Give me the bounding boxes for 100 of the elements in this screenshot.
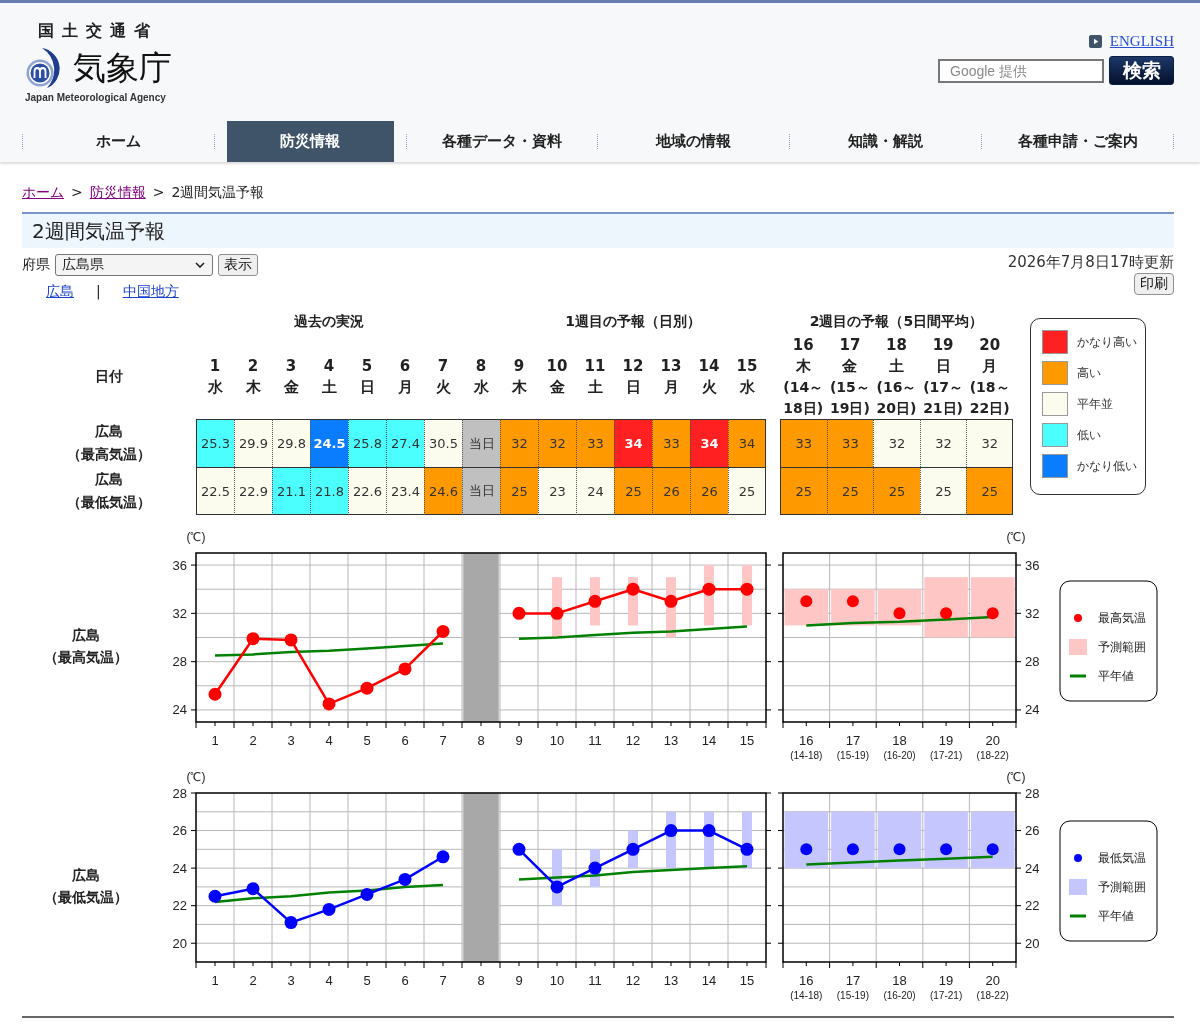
place-label: 広島: [95, 470, 123, 489]
area-link[interactable]: 広島: [46, 282, 74, 300]
nav-item[interactable]: 知識・解説: [802, 121, 970, 162]
data-point: [893, 607, 906, 620]
data-point: [284, 633, 298, 647]
x-tick-label: 3: [287, 733, 295, 748]
table-cell: 24: [576, 467, 614, 515]
x-tick-label: 14: [701, 973, 717, 988]
period-label: (17-21): [929, 990, 963, 1001]
unit-label: (℃): [186, 530, 206, 544]
data-point: [702, 824, 716, 838]
column-heading: 日付: [95, 367, 123, 386]
nav-item[interactable]: 各種申請・ご案内: [994, 121, 1161, 162]
table-cell: 24.5: [310, 419, 348, 467]
y-tick-label: 28: [1025, 785, 1040, 801]
table-cell: 25: [780, 467, 827, 515]
day-number: 1: [209, 355, 221, 377]
breadcrumb-link[interactable]: ホーム: [22, 183, 64, 201]
place-label: 広島: [72, 625, 100, 645]
data-point: [800, 595, 813, 608]
table-cell: 25: [919, 467, 967, 515]
place-label: 広島: [72, 865, 100, 885]
table-cell: 25: [826, 467, 874, 515]
x-tick-label: 14: [701, 733, 717, 748]
section-heading: 過去の実況: [293, 313, 365, 331]
x-tick-label: 17: [845, 973, 861, 988]
table-cell: 25: [614, 467, 652, 515]
x-tick-label: 15: [739, 733, 755, 748]
y-tick-label: 28: [172, 785, 187, 801]
data-point: [664, 824, 678, 838]
nav-item[interactable]: 各種データ・資料: [418, 121, 586, 162]
table-cell: 当日: [462, 467, 500, 515]
prefecture-select[interactable]: 広島県: [55, 254, 213, 276]
y-tick-label: 24: [1025, 860, 1040, 876]
table-cell: 34: [614, 419, 652, 467]
x-tick-label: 18: [892, 973, 907, 988]
data-point: [702, 582, 716, 596]
nav-item[interactable]: ホーム: [35, 121, 202, 162]
nav-item[interactable]: 地域の情報: [610, 121, 778, 162]
x-tick-label: 5: [363, 733, 371, 748]
data-point: [436, 624, 450, 638]
data-point: [398, 872, 412, 886]
legend-label: 平年値: [1098, 909, 1134, 923]
legend-label: 高い: [1076, 364, 1101, 382]
area-link[interactable]: 中国地方: [122, 282, 179, 300]
period-label: (17～21日): [922, 377, 964, 418]
table-cell: 32: [919, 419, 967, 467]
legend-label: 予測範囲: [1098, 640, 1146, 654]
nav-item[interactable]: 防災情報: [226, 121, 394, 162]
x-tick-label: 2: [249, 973, 257, 988]
legend-label: 最高気温: [1098, 611, 1146, 625]
x-tick-label: 4: [325, 733, 333, 748]
agency-english-name: Japan Meteorological Agency: [25, 92, 167, 103]
legend-label: 低い: [1076, 426, 1101, 444]
table-cell: 26: [652, 467, 690, 515]
data-point: [740, 582, 754, 596]
table-cell: 21.8: [310, 467, 348, 515]
period-label: (16～20日): [875, 377, 918, 418]
range-bar: [784, 811, 829, 869]
x-tick-label: 5: [363, 973, 371, 988]
section-heading: 1週目の予報（日別）: [564, 313, 702, 331]
period-label: (15～19日): [828, 377, 871, 418]
table-cell: 32: [966, 419, 1013, 467]
element-label: （最低気温）: [67, 493, 151, 512]
x-tick-label: 19: [938, 733, 954, 748]
print-button[interactable]: 印刷: [1134, 273, 1174, 295]
data-point: [800, 843, 813, 856]
day-number: 7: [437, 355, 449, 377]
table-cell: 29.8: [272, 419, 310, 467]
y-tick-label: 28: [172, 654, 187, 670]
day-number: 19: [932, 334, 954, 356]
unit-label: (℃): [1006, 770, 1026, 784]
period-label: (17-21): [929, 750, 963, 761]
x-tick-label: 7: [439, 733, 447, 748]
search-field[interactable]: Google 提供: [938, 58, 1104, 83]
weekday-label: 火: [435, 376, 451, 398]
data-point: [208, 687, 222, 701]
show-button[interactable]: 表示: [218, 254, 258, 276]
search-button[interactable]: 検索: [1109, 56, 1174, 85]
y-tick-label: 24: [1025, 702, 1040, 718]
data-point: [322, 902, 336, 916]
x-tick-label: 13: [663, 973, 679, 988]
ministry-name: 国土交通省: [38, 21, 159, 41]
weekday-label: 日: [935, 355, 951, 377]
data-point: [664, 594, 678, 608]
x-tick-label: 8: [477, 733, 485, 748]
y-tick-label: 36: [1025, 557, 1040, 573]
link-separator: |: [96, 282, 101, 300]
x-tick-label: 16: [799, 733, 814, 748]
data-point: [893, 843, 906, 856]
legend-swatch-icon: [1069, 639, 1087, 655]
breadcrumb-link[interactable]: 防災情報: [89, 183, 146, 201]
x-tick-label: 10: [549, 733, 565, 748]
weekday-label: 土: [587, 376, 603, 398]
language-link[interactable]: ENGLISH: [1109, 33, 1174, 50]
day-number: 17: [839, 334, 861, 356]
legend-dot-icon: [1074, 854, 1082, 862]
y-tick-label: 28: [1025, 654, 1040, 670]
range-bar: [970, 811, 1015, 869]
data-point: [436, 850, 450, 864]
